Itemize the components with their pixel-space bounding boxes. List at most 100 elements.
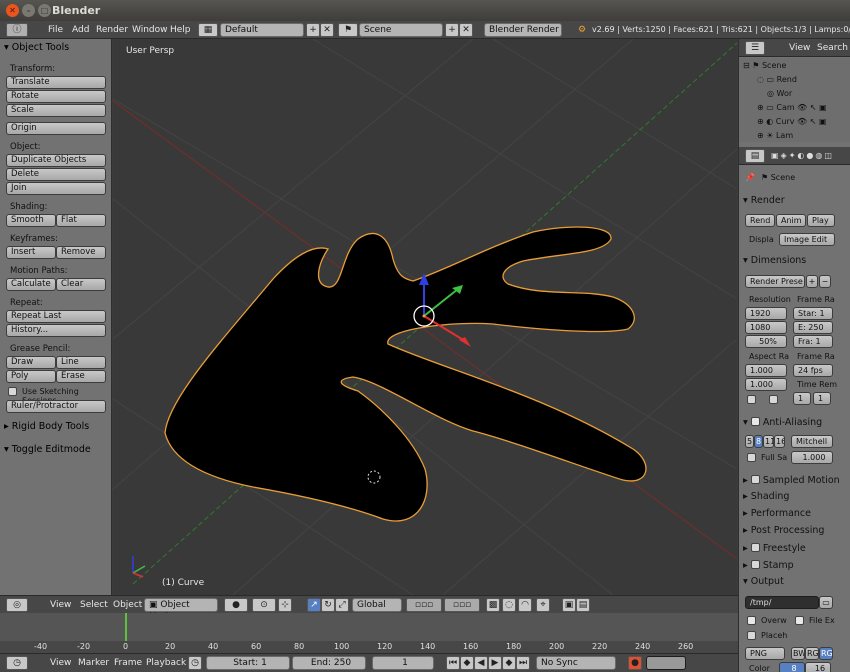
delete-button[interactable]: Delete	[6, 168, 106, 181]
calculate-button[interactable]: Calculate	[6, 278, 56, 291]
file-format-select[interactable]: PNG	[745, 647, 785, 660]
select-menu[interactable]: Select	[80, 600, 108, 610]
frame-step-field[interactable]: Fra: 1	[793, 335, 833, 348]
render-anim-view-icon[interactable]: ▤	[576, 598, 590, 612]
editor-type-icon[interactable]: ⓘ	[6, 23, 28, 37]
proportional-edit-icon[interactable]: ◌	[502, 598, 516, 612]
preview-range-icon[interactable]: ◷	[188, 656, 202, 670]
insert-key-button[interactable]: Insert	[6, 246, 56, 259]
sync-select[interactable]: No Sync	[536, 656, 616, 670]
freestyle-checkbox[interactable]	[750, 543, 760, 552]
mode-select[interactable]: ▣ Object Mode	[144, 598, 218, 622]
render-play-button[interactable]: Play	[807, 214, 835, 227]
overwrite-checkbox[interactable]	[747, 616, 756, 625]
stamp-checkbox[interactable]	[750, 560, 760, 569]
scale-manip-icon[interactable]: ⤢	[335, 598, 349, 612]
snap-icon[interactable]: ⌖	[536, 598, 550, 612]
falloff-icon[interactable]: ◠	[518, 598, 532, 612]
tl-marker-menu[interactable]: Marker	[78, 658, 109, 668]
output-header[interactable]: ▾ Output	[743, 576, 784, 587]
sampled-motion-checkbox[interactable]	[750, 475, 760, 484]
fps-select[interactable]: 24 fps	[793, 364, 833, 377]
minimize-icon[interactable]: –	[22, 4, 35, 17]
pivot-icon[interactable]: ⊙	[252, 598, 276, 612]
menu-help[interactable]: Help	[170, 25, 191, 35]
history-button[interactable]: History...	[6, 324, 106, 337]
translate-manip-icon[interactable]: ↗	[307, 598, 321, 612]
color-bw-button[interactable]: BW	[791, 647, 805, 660]
aa-16-button[interactable]: 16	[774, 435, 785, 448]
render-section-header[interactable]: ▾ Render	[743, 195, 785, 206]
jump-start-icon[interactable]: ⏮	[446, 656, 460, 670]
origin-button[interactable]: Origin	[6, 122, 106, 135]
render-engine-select[interactable]: Blender Render	[484, 23, 562, 37]
poly-button[interactable]: Poly	[6, 370, 56, 383]
layout-add-icon[interactable]: +	[306, 23, 320, 37]
render-preset-select[interactable]: Render Prese	[745, 275, 805, 288]
repeat-last-button[interactable]: Repeat Last	[6, 310, 106, 323]
smooth-button[interactable]: Smooth	[6, 214, 56, 227]
file-ext-checkbox[interactable]	[795, 616, 804, 625]
outliner-item-curve[interactable]: ⊕ ◐ Curv 👁 ↖ ▣	[757, 117, 827, 126]
clear-button[interactable]: Clear	[56, 278, 106, 291]
orientation-select[interactable]: Global	[352, 598, 402, 612]
draw-button[interactable]: Draw	[6, 356, 56, 369]
performance-header[interactable]: ▸ Performance	[743, 508, 811, 519]
scene-add-icon[interactable]: +	[445, 23, 459, 37]
outliner-view-menu[interactable]: View	[789, 43, 810, 53]
layout-remove-icon[interactable]: ✕	[320, 23, 334, 37]
post-processing-header[interactable]: ▸ Post Processing	[743, 525, 824, 536]
tl-view-menu[interactable]: View	[50, 658, 71, 668]
sampled-motion-header[interactable]: ▸ Sampled Motion	[743, 474, 840, 486]
scale-button[interactable]: Scale	[6, 104, 106, 117]
stamp-header[interactable]: ▸ Stamp	[743, 559, 794, 571]
preset-remove-icon[interactable]: −	[819, 275, 831, 288]
outliner-item-render[interactable]: ◌ ▭ Rend	[757, 75, 797, 84]
color-rgb-button[interactable]: RG	[805, 647, 819, 660]
preset-add-icon[interactable]: +	[806, 275, 818, 288]
remap-old-field[interactable]: 1	[793, 392, 811, 405]
render-anim-button[interactable]: Anim	[776, 214, 806, 227]
aa-8-button[interactable]: 8	[754, 435, 763, 448]
remove-key-button[interactable]: Remove	[56, 246, 106, 259]
flat-button[interactable]: Flat	[56, 214, 106, 227]
maximize-icon[interactable]: □	[38, 4, 51, 17]
pin-icon[interactable]: 📌	[745, 173, 755, 182]
keying-set-field[interactable]	[646, 656, 686, 670]
outliner-item-camera[interactable]: ⊕ ▭ Cam 👁 ↖ ▣	[757, 103, 827, 112]
frame-start-field[interactable]: Star: 1	[793, 307, 833, 320]
scene-remove-icon[interactable]: ✕	[459, 23, 473, 37]
lock-layer-icon[interactable]: ▩	[486, 598, 500, 612]
current-frame-field[interactable]: 1	[372, 656, 434, 670]
next-key-icon[interactable]: ◆	[502, 656, 516, 670]
frame-end-field[interactable]: E: 250	[793, 321, 833, 334]
duplicate-button[interactable]: Duplicate Objects	[6, 154, 106, 167]
toggle-editmode-header[interactable]: ▾ Toggle Editmode	[4, 444, 91, 455]
translate-button[interactable]: Translate	[6, 76, 106, 89]
resolution-y-field[interactable]: 1080	[745, 321, 787, 334]
3d-editor-type-icon[interactable]: ◎	[6, 598, 28, 612]
resolution-pct-field[interactable]: 50%	[745, 335, 787, 348]
aa-11-button[interactable]: 11	[763, 435, 774, 448]
jump-end-icon[interactable]: ⏭	[516, 656, 530, 670]
scene-icon[interactable]: ⚑	[338, 23, 358, 37]
join-button[interactable]: Join	[6, 182, 106, 195]
freestyle-header[interactable]: ▸ Freestyle	[743, 542, 806, 554]
resolution-x-field[interactable]: 1920	[745, 307, 787, 320]
layers-grid-b[interactable]: ▫▫▫	[444, 598, 480, 612]
menu-file[interactable]: File	[48, 25, 63, 35]
filter-select[interactable]: Mitchell	[791, 435, 833, 448]
output-path-field[interactable]: /tmp/	[745, 596, 819, 609]
prev-key-icon[interactable]: ◆	[460, 656, 474, 670]
outliner-item-scene[interactable]: ⊟ ⚑ Scene	[743, 61, 786, 70]
display-select[interactable]: Image Edit	[779, 233, 835, 246]
outliner-search-menu[interactable]: Search	[817, 43, 848, 53]
outliner-type-icon[interactable]: ☰	[745, 41, 765, 55]
layers-grid-a[interactable]: ▫▫▫	[406, 598, 442, 612]
aa-5-button[interactable]: 5	[745, 435, 754, 448]
aspect-x-field[interactable]: 1.000	[745, 364, 787, 377]
start-frame-field[interactable]: Start: 1	[206, 656, 290, 670]
view-menu[interactable]: View	[50, 600, 71, 610]
color-depth-8-button[interactable]: 8	[779, 662, 805, 672]
timeline-editor-type-icon[interactable]: ◷	[6, 656, 28, 670]
